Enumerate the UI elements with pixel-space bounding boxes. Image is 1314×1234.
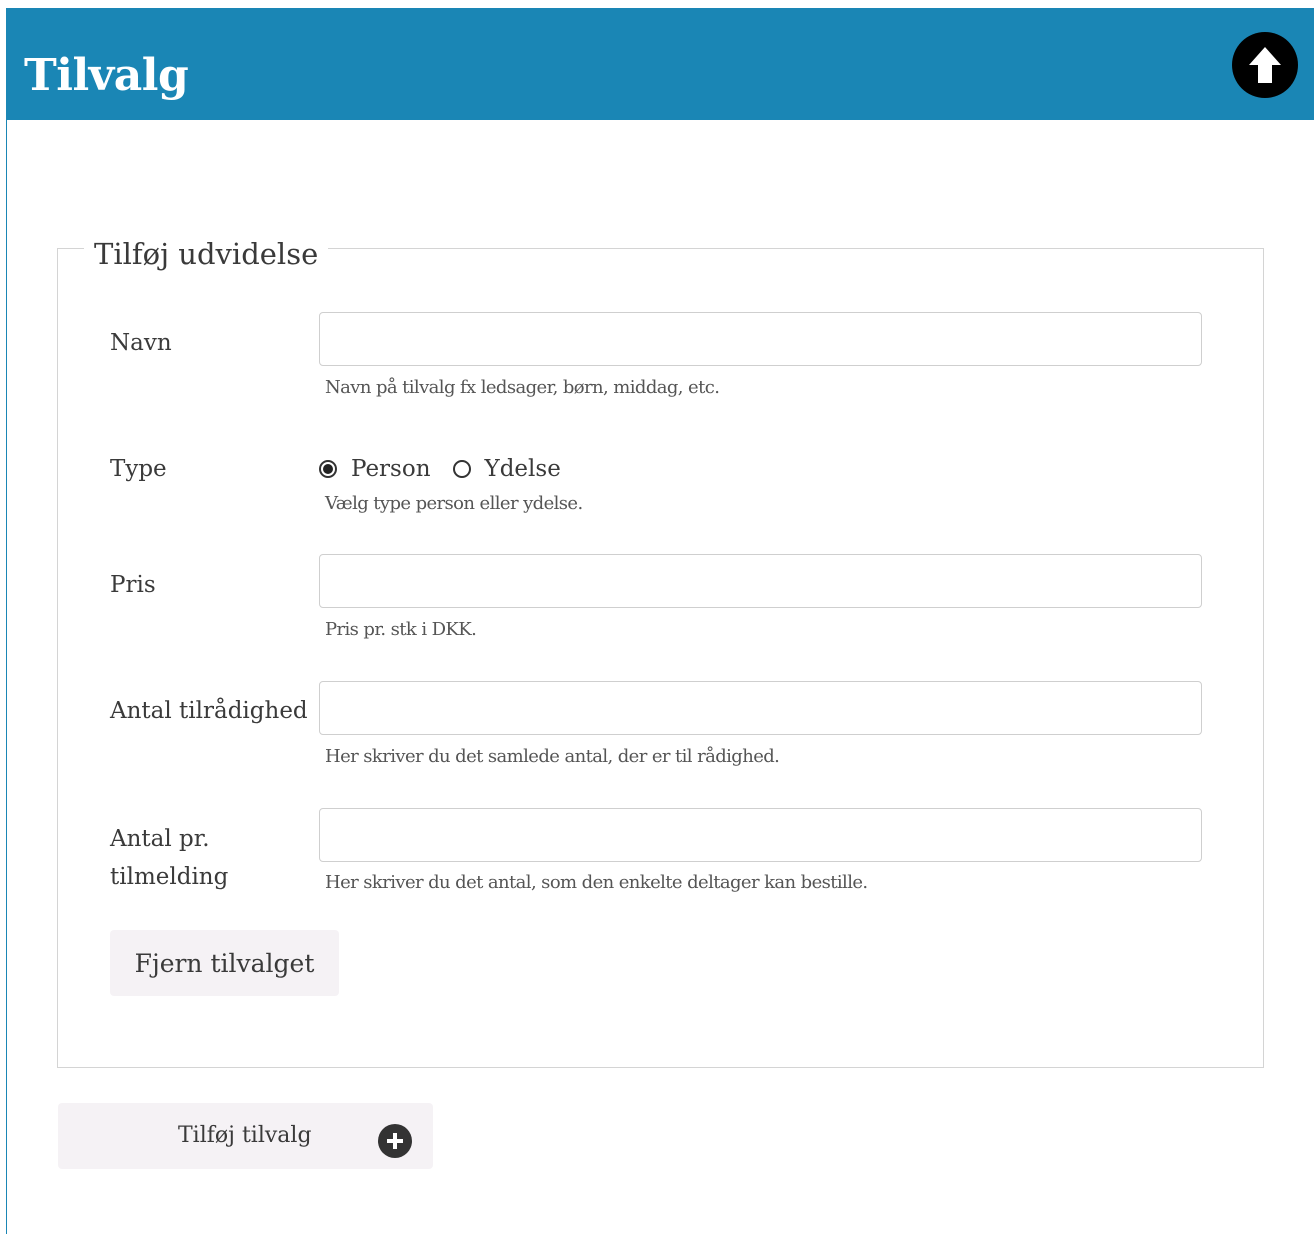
available-help: Her skriver du det samlede antal, der er… — [325, 746, 780, 767]
arrow-up-icon — [1249, 47, 1281, 83]
available-input[interactable] — [319, 681, 1202, 735]
radio-person[interactable] — [319, 460, 337, 478]
collapse-button[interactable] — [1232, 32, 1298, 98]
panel-title: Tilvalg — [24, 50, 189, 101]
price-label: Pris — [110, 572, 156, 598]
per-signup-label-line2: tilmelding — [110, 864, 229, 890]
radio-ydelse-label[interactable]: Ydelse — [485, 456, 561, 482]
remove-addon-button[interactable]: Fjern tilvalget — [110, 930, 339, 996]
price-input[interactable] — [319, 554, 1202, 608]
type-radio-group: Person Ydelse — [319, 452, 561, 486]
add-addon-label: Tilføj tilvalg — [178, 1123, 312, 1148]
per-signup-input[interactable] — [319, 808, 1202, 862]
name-help: Navn på tilvalg fx ledsager, børn, midda… — [325, 377, 720, 398]
fieldset-legend: Tilføj udvidelse — [84, 232, 329, 276]
type-help: Vælg type person eller ydelse. — [325, 493, 583, 514]
panel-header: Tilvalg — [6, 8, 1314, 120]
add-addon-button[interactable]: Tilføj tilvalg — [58, 1103, 433, 1169]
type-label: Type — [110, 456, 167, 482]
radio-person-label[interactable]: Person — [351, 456, 431, 482]
available-label: Antal tilrådighed — [110, 698, 308, 724]
name-input[interactable] — [319, 312, 1202, 366]
radio-ydelse[interactable] — [452, 460, 471, 478]
remove-addon-label: Fjern tilvalget — [134, 948, 315, 978]
per-signup-label-line1: Antal pr. — [110, 826, 210, 852]
per-signup-help: Her skriver du det antal, som den enkelt… — [325, 872, 868, 893]
name-label: Navn — [110, 330, 172, 356]
plus-circle-icon — [378, 1124, 412, 1158]
price-help: Pris pr. stk i DKK. — [325, 619, 477, 640]
